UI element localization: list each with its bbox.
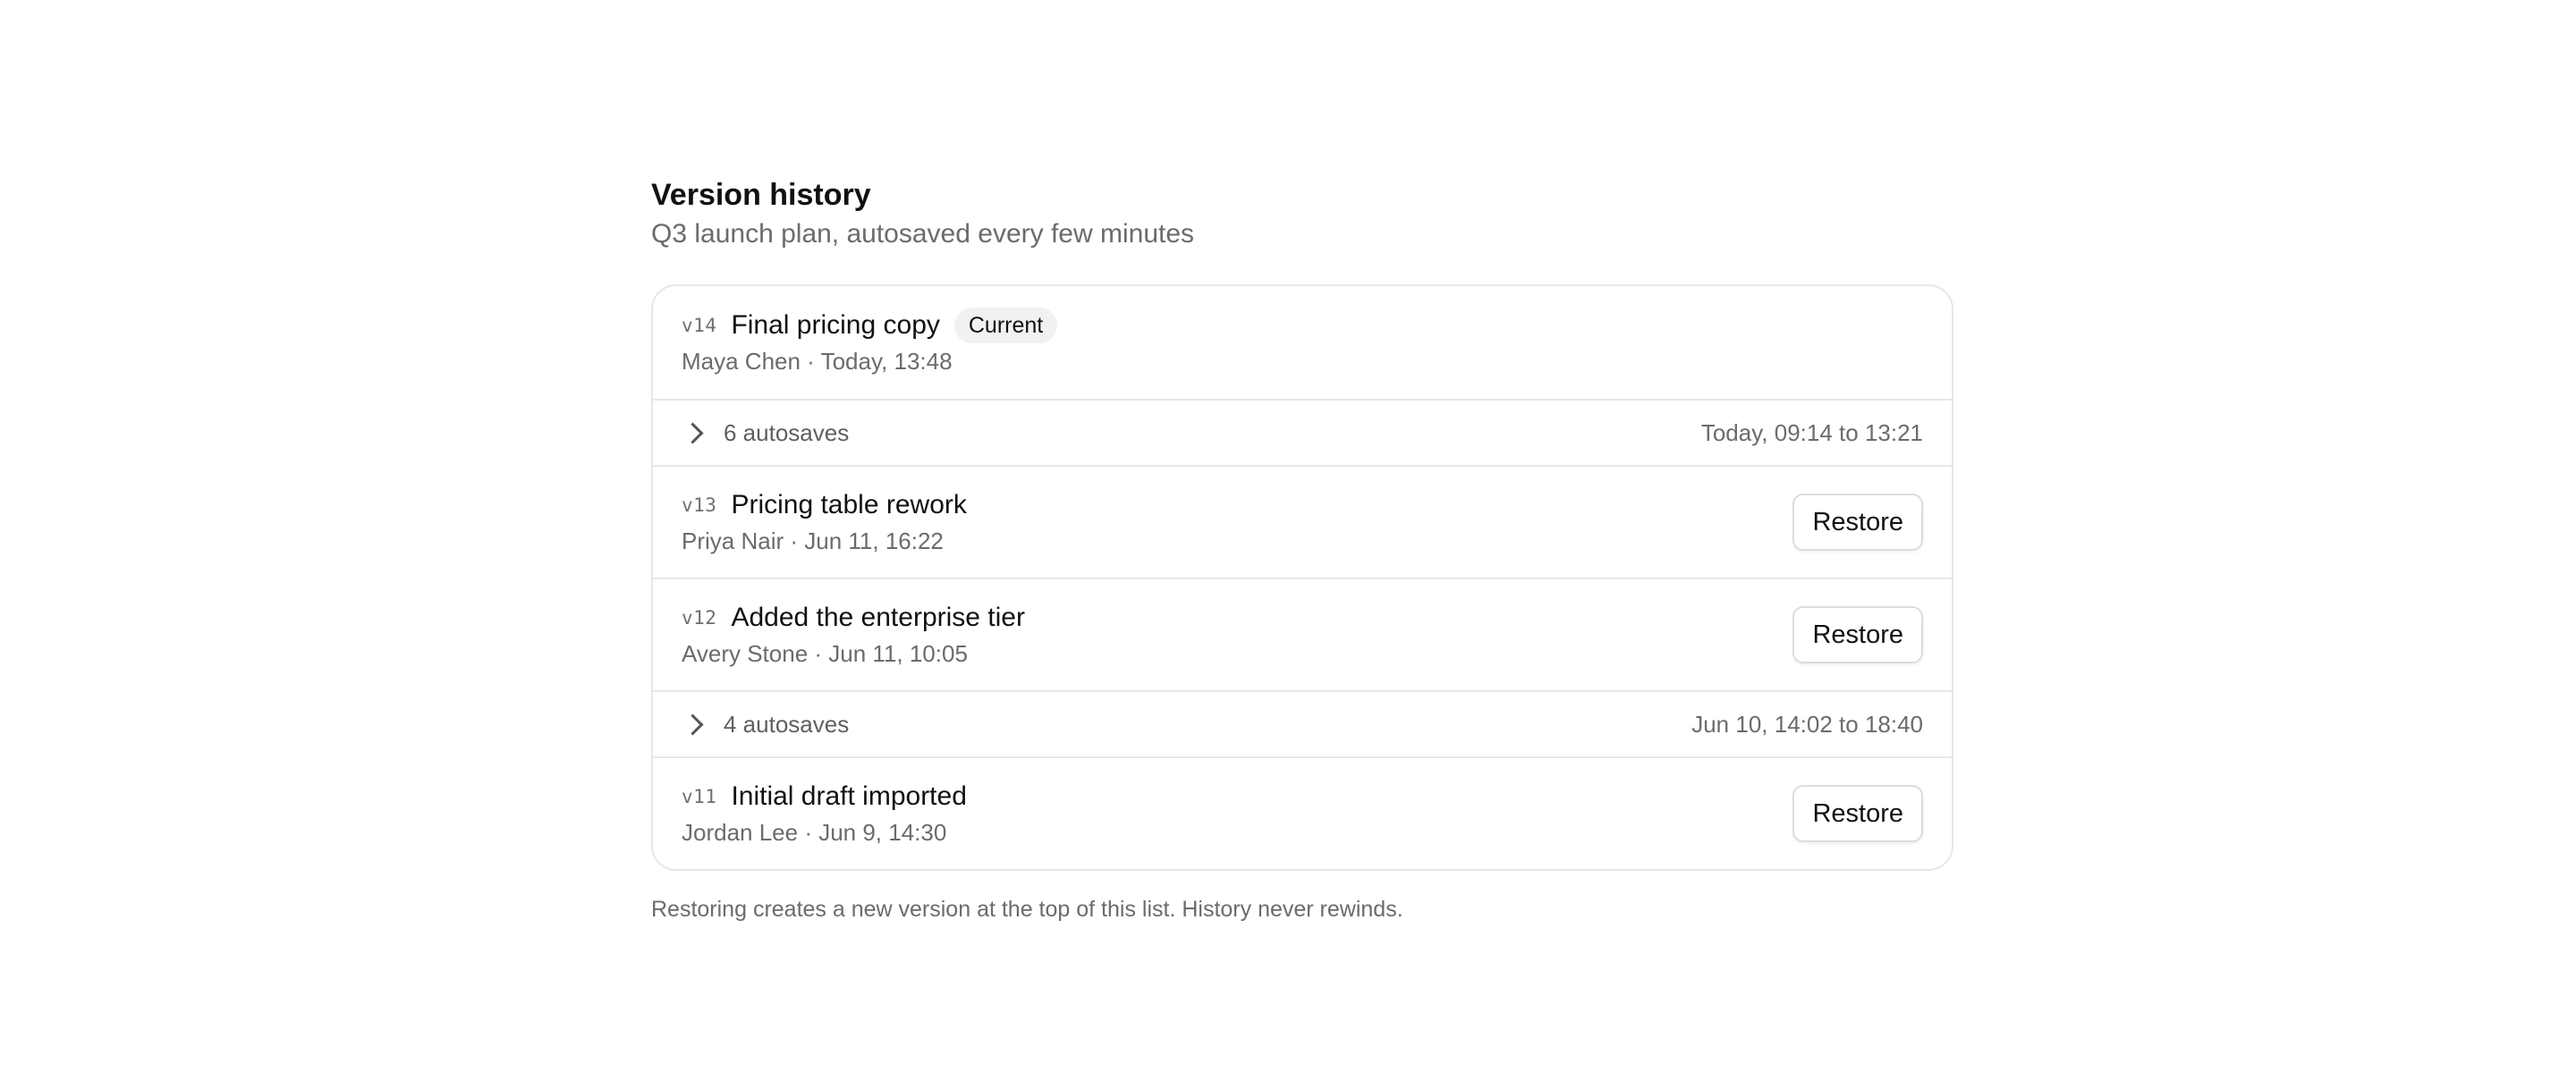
version-history-panel: Version history Q3 launch plan, autosave… — [651, 175, 1953, 924]
version-heading: v13 Pricing table rework — [682, 487, 967, 523]
version-number: v12 — [682, 607, 717, 629]
version-heading: v14 Final pricing copy Current — [682, 308, 1058, 343]
version-meta: Maya Chen · Today, 13:48 — [682, 348, 953, 375]
autosave-range: Jun 10, 14:02 to 18:40 — [1691, 710, 1923, 738]
version-heading: v11 Initial draft imported — [682, 779, 967, 815]
version-list: v14 Final pricing copy Current Maya Chen… — [651, 284, 1953, 871]
autosave-count: 4 autosaves — [724, 710, 850, 738]
version-row-v14: v14 Final pricing copy Current Maya Chen… — [653, 286, 1952, 399]
version-title: Pricing table rework — [731, 490, 967, 519]
current-badge: Current — [953, 308, 1058, 343]
page-subtitle: Q3 launch plan, autosaved every few minu… — [651, 219, 1195, 249]
version-title: Initial draft imported — [731, 781, 967, 811]
version-info: v13 Pricing table rework Priya Nair · Ju… — [682, 487, 967, 557]
version-title: Final pricing copy — [731, 310, 940, 340]
autosave-group-today[interactable]: 6 autosaves Today, 09:14 to 13:21 — [653, 399, 1952, 465]
version-title: Added the enterprise tier — [731, 603, 1025, 632]
autosave-group-toggle[interactable]: 4 autosaves — [682, 711, 849, 739]
version-row-v13: v13 Pricing table rework Priya Nair · Ju… — [653, 465, 1952, 578]
chevron-right-icon — [682, 421, 704, 444]
autosave-group-jun10[interactable]: 4 autosaves Jun 10, 14:02 to 18:40 — [653, 690, 1952, 756]
autosave-range: Today, 09:14 to 13:21 — [1700, 418, 1923, 446]
history-footnote: Restoring creates a new version at the t… — [651, 897, 1403, 922]
version-meta: Priya Nair · Jun 11, 16:22 — [682, 528, 944, 554]
version-number: v11 — [682, 786, 717, 807]
version-heading: v12 Added the enterprise tier — [682, 600, 1025, 636]
autosave-count: 6 autosaves — [724, 418, 850, 446]
version-info: v14 Final pricing copy Current Maya Chen… — [682, 308, 1058, 377]
version-info: v11 Initial draft imported Jordan Lee · … — [682, 779, 967, 848]
version-meta: Avery Stone · Jun 11, 10:05 — [682, 640, 968, 667]
version-info: v12 Added the enterprise tier Avery Ston… — [682, 600, 1025, 670]
autosave-group-toggle[interactable]: 6 autosaves — [682, 419, 849, 447]
version-row-v12: v12 Added the enterprise tier Avery Ston… — [653, 578, 1952, 690]
version-meta: Jordan Lee · Jun 9, 14:30 — [682, 819, 947, 846]
page-title: Version history — [651, 178, 871, 212]
version-number: v13 — [682, 494, 717, 516]
version-number: v14 — [682, 315, 717, 336]
restore-button-v11[interactable]: Restore — [1792, 785, 1923, 842]
chevron-right-icon — [682, 713, 704, 736]
version-row-v11: v11 Initial draft imported Jordan Lee · … — [653, 756, 1952, 869]
restore-button-v12[interactable]: Restore — [1792, 606, 1923, 663]
restore-button-v13[interactable]: Restore — [1792, 494, 1923, 551]
